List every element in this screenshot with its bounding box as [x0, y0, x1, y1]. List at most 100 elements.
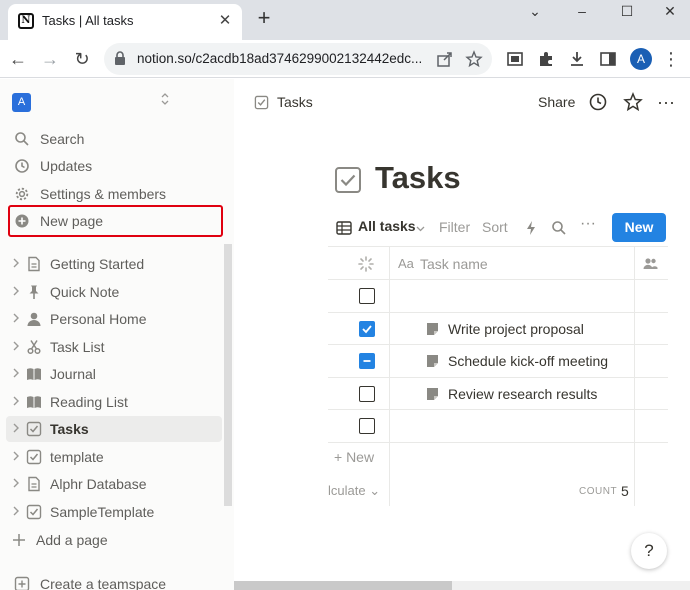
sidebar-page-alphr-database[interactable]: Alphr Database	[6, 471, 222, 497]
sort-button[interactable]: Sort	[482, 219, 508, 235]
sidebar-page-label: Task List	[50, 339, 105, 355]
sidebar-search[interactable]: Search	[6, 126, 222, 152]
profile-avatar[interactable]: A	[630, 48, 652, 70]
sidebar-page-quick-note[interactable]: Quick Note	[6, 279, 222, 305]
sidebar-page-reading-list[interactable]: Reading List	[6, 389, 222, 415]
sidebar-add-page[interactable]: Add a page	[6, 527, 222, 553]
dash-icon	[363, 360, 371, 362]
sidebar-create-teamspace[interactable]: Create a teamspace	[6, 571, 222, 590]
sidebar-page-label: Journal	[50, 366, 96, 382]
row-checkbox-checked[interactable]	[359, 320, 375, 337]
chevron-right-icon[interactable]	[11, 312, 21, 324]
checkbox-icon	[254, 95, 269, 110]
people-property-icon[interactable]	[643, 257, 658, 270]
clock-icon	[15, 159, 29, 173]
lock-icon	[115, 51, 125, 65]
browser-tab[interactable]: N Tasks | All tasks ✕	[8, 4, 242, 40]
page-icon	[427, 322, 438, 335]
tab-close-icon[interactable]: ✕	[216, 12, 234, 30]
sidebar-page-sampletemplate[interactable]: SampleTemplate	[6, 499, 222, 525]
sidebar-page-template[interactable]: template	[6, 444, 222, 470]
create-teamspace-label: Create a teamspace	[40, 576, 167, 590]
sidebar-page-journal[interactable]: Journal	[6, 361, 222, 387]
address-bar[interactable]: notion.so/c2acdb18ad3746299002132442edc.…	[104, 43, 492, 75]
table-view-icon	[336, 221, 352, 235]
new-page-highlight-box	[8, 205, 223, 237]
breadcrumb[interactable]: Tasks	[277, 94, 313, 110]
screenshot-icon[interactable]	[505, 49, 525, 69]
page-checkbox-icon[interactable]	[334, 166, 362, 194]
browser-menu-icon[interactable]: ⋮	[660, 48, 682, 70]
chevron-right-icon[interactable]	[11, 367, 21, 379]
chevron-right-icon[interactable]	[11, 505, 21, 517]
task-name[interactable]: Schedule kick-off meeting	[448, 353, 608, 369]
add-page-label: Add a page	[36, 532, 108, 548]
sidebar-page-label: template	[50, 449, 104, 465]
back-icon[interactable]: ←	[7, 48, 29, 70]
download-icon[interactable]	[567, 49, 587, 69]
bookmark-star-icon[interactable]	[465, 50, 483, 68]
table-row[interactable]	[328, 410, 668, 443]
view-tab-all-tasks[interactable]: All tasks	[358, 218, 416, 234]
sidebar-page-task-list[interactable]: Task List	[6, 334, 222, 360]
sidebar-page-personal-home[interactable]: Personal Home	[6, 306, 222, 332]
more-options-icon[interactable]: ···	[656, 92, 676, 112]
row-checkbox-partial[interactable]	[359, 353, 375, 369]
chevron-down-icon[interactable]	[416, 226, 425, 232]
extensions-puzzle-icon[interactable]	[536, 49, 556, 69]
calculate-dropdown[interactable]: lculate ⌄	[328, 483, 380, 499]
column-header-task-name[interactable]: Task name	[420, 256, 488, 272]
tab-search-chevron-icon[interactable]: ⌄	[513, 0, 557, 22]
table-row[interactable]: Schedule kick-off meeting	[328, 345, 668, 378]
row-checkbox[interactable]	[359, 418, 375, 434]
chevron-right-icon[interactable]	[11, 340, 21, 352]
row-checkbox[interactable]	[359, 385, 375, 402]
table-row[interactable]: Write project proposal	[328, 313, 668, 345]
workspace-avatar[interactable]: A	[12, 93, 31, 112]
chevron-right-icon[interactable]	[11, 257, 21, 269]
favorite-star-icon[interactable]	[623, 92, 643, 112]
new-tab-icon[interactable]: +	[252, 7, 276, 31]
view-more-icon[interactable]: ···	[580, 215, 596, 233]
page-title[interactable]: Tasks	[375, 160, 461, 196]
task-name[interactable]: Review research results	[448, 386, 597, 402]
clock-icon[interactable]	[588, 92, 608, 112]
chevron-right-icon[interactable]	[11, 395, 21, 407]
filter-button[interactable]: Filter	[439, 219, 470, 235]
window-close-icon[interactable]: ✕	[648, 0, 690, 22]
scissors-icon	[27, 340, 41, 355]
sidebar-scrollbar[interactable]	[224, 244, 232, 506]
url-text: notion.so/c2acdb18ad3746299002132442edc.…	[137, 51, 423, 66]
sidebar-updates[interactable]: Updates	[6, 153, 222, 179]
chevron-right-icon[interactable]	[11, 422, 21, 434]
maximize-icon[interactable]: ☐	[605, 0, 649, 22]
sidebar-page-tasks[interactable]: Tasks	[6, 416, 222, 442]
text-property-icon: Aa	[398, 256, 414, 271]
forward-icon[interactable]: →	[39, 48, 61, 70]
task-name[interactable]: Write project proposal	[448, 321, 584, 337]
search-icon[interactable]	[551, 220, 567, 236]
add-new-row[interactable]: + New	[334, 449, 374, 465]
table-row[interactable]: Review research results	[328, 378, 668, 410]
sidebar-page-label: Getting Started	[50, 256, 145, 272]
sidebar-settings[interactable]: Settings & members	[6, 181, 222, 207]
sidebar-page-getting-started[interactable]: Getting Started	[6, 251, 222, 277]
minimize-icon[interactable]: –	[560, 0, 604, 22]
sidebar-settings-label: Settings & members	[40, 186, 167, 202]
side-panel-icon[interactable]	[598, 49, 618, 69]
new-row-button[interactable]: New	[612, 213, 666, 242]
notion-favicon-icon: N	[18, 13, 34, 29]
chevron-right-icon[interactable]	[11, 450, 21, 462]
share-page-icon[interactable]	[436, 50, 454, 68]
chevron-right-icon[interactable]	[11, 285, 21, 297]
chevron-right-icon[interactable]	[11, 477, 21, 489]
row-checkbox[interactable]	[359, 288, 375, 304]
workspace-switch-icon[interactable]	[160, 92, 170, 109]
automation-bolt-icon[interactable]	[525, 220, 537, 236]
count-label: COUNT	[579, 486, 618, 497]
table-row[interactable]	[328, 280, 668, 313]
reload-icon[interactable]: ↻	[71, 48, 93, 70]
horizontal-scrollbar-thumb[interactable]	[234, 581, 452, 590]
help-button[interactable]: ?	[631, 533, 667, 569]
share-button[interactable]: Share	[538, 94, 575, 110]
